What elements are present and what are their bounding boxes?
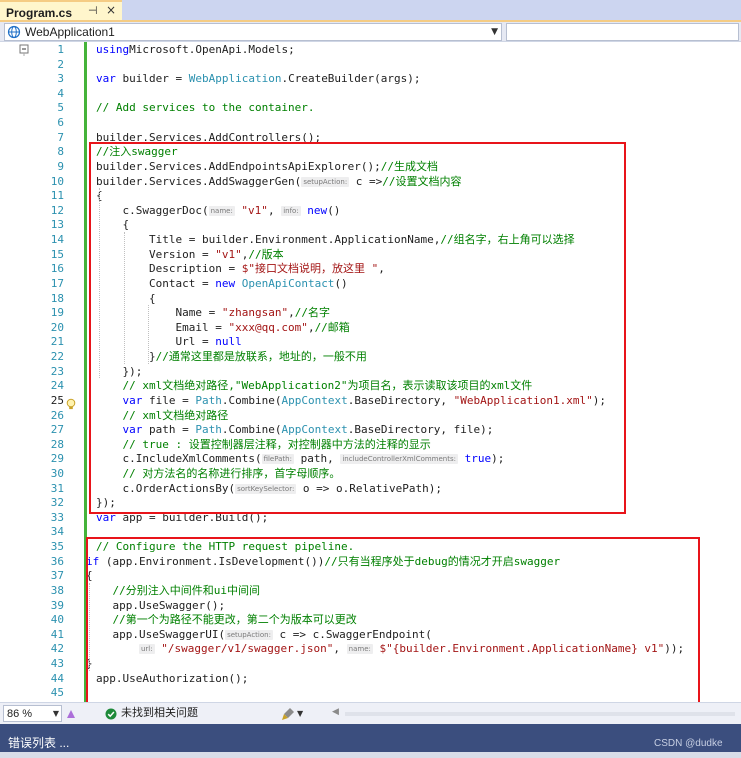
check-circle-icon	[105, 708, 117, 720]
line-number: 44	[50, 671, 64, 685]
line-number: 21	[50, 335, 64, 349]
line-number: 2	[57, 57, 64, 71]
line-number: 18	[50, 291, 64, 305]
line-number: 28	[50, 437, 64, 451]
line-number: 9	[57, 159, 64, 173]
line-number: 26	[50, 408, 64, 422]
member-dropdown[interactable]	[506, 23, 739, 41]
code-line[interactable]: var builder = WebApplication.CreateBuild…	[96, 71, 421, 86]
chevron-down-icon[interactable]: ▼	[297, 706, 303, 721]
line-number: 43	[50, 657, 64, 671]
line-number: 34	[50, 525, 64, 539]
line-number: 22	[50, 350, 64, 364]
line-number: 40	[50, 613, 64, 627]
line-number: 13	[50, 218, 64, 232]
tab-title: Program.cs	[6, 6, 73, 20]
chevron-down-icon[interactable]: ▼	[491, 24, 498, 40]
globe-project-icon	[7, 25, 21, 39]
zoom-dropdown[interactable]: 86 % ▼	[3, 705, 62, 722]
navigation-bar: WebApplication1 ▼	[0, 22, 741, 42]
line-number: 36	[50, 554, 64, 568]
code-line[interactable]: // Add services to the container.	[96, 100, 315, 115]
line-number: 32	[50, 496, 64, 510]
line-number: 3	[57, 72, 64, 86]
code-cleanup-icon[interactable]	[64, 707, 78, 721]
code-editor[interactable]: 1 usingMicrosoft.OpenApi.Models; 2 3 var bui…	[0, 42, 741, 717]
line-number: 41	[50, 627, 64, 641]
line-number: 10	[50, 174, 64, 188]
error-list-title[interactable]: 错误列表 ...	[8, 734, 69, 751]
line-number: 4	[57, 86, 64, 100]
project-name: WebApplication1	[25, 25, 115, 39]
line-number: 6	[57, 116, 64, 130]
line-number: 8	[57, 145, 64, 159]
code-line[interactable]: usingMicrosoft.OpenApi.Models;	[96, 42, 295, 57]
line-number: 24	[50, 379, 64, 393]
highlight-box-swagger-middleware	[86, 537, 700, 717]
scroll-left-icon[interactable]: ◀	[332, 707, 339, 717]
line-number: 19	[50, 306, 64, 320]
line-number: 45	[50, 686, 64, 700]
line-number: 17	[50, 276, 64, 290]
line-number: 25	[50, 393, 64, 407]
line-number: 16	[50, 262, 64, 276]
lightbulb-icon[interactable]	[64, 397, 78, 411]
line-number: 5	[57, 101, 64, 115]
chevron-down-icon[interactable]: ▼	[53, 706, 59, 721]
line-number: 12	[50, 203, 64, 217]
editor-status-bar: 86 % ▼ 未找到相关问题 ▼ ◀	[0, 702, 741, 724]
line-number: 42	[50, 642, 64, 656]
line-number: 27	[50, 423, 64, 437]
line-number: 37	[50, 569, 64, 583]
line-number: 31	[50, 481, 64, 495]
collapse-outline-icon[interactable]	[18, 42, 32, 56]
code-token: .CreateBuilder(args);	[281, 72, 421, 86]
pin-icon[interactable]: ⊣	[88, 4, 98, 17]
tab-program-cs[interactable]: Program.cs ⊣ ×	[0, 0, 122, 20]
document-tab-bar: Program.cs ⊣ ×	[0, 0, 741, 20]
line-number: 29	[50, 452, 64, 466]
highlight-box-swagger-config	[89, 142, 626, 514]
line-number: 33	[50, 510, 64, 524]
issues-status-text[interactable]: 未找到相关问题	[121, 706, 198, 721]
code-comment: // Add services to the container.	[96, 101, 315, 115]
keyword: using	[96, 43, 130, 56]
close-tab-icon[interactable]: ×	[106, 3, 116, 17]
line-number: 14	[50, 233, 64, 247]
line-number: 11	[50, 189, 64, 203]
line-number: 23	[50, 364, 64, 378]
line-number: 39	[50, 598, 64, 612]
line-number: 15	[50, 247, 64, 261]
bottom-panel-toolbar	[0, 752, 741, 758]
code-token: builder =	[115, 72, 189, 86]
keyword: var	[96, 72, 116, 86]
code-token: Microsoft.OpenApi.Models;	[129, 43, 295, 56]
line-number: 35	[50, 540, 64, 554]
project-dropdown[interactable]: WebApplication1 ▼	[4, 23, 502, 41]
type-name: WebApplication	[188, 72, 282, 86]
zoom-value: 86 %	[7, 708, 33, 720]
brush-icon[interactable]	[281, 707, 295, 721]
line-number: 38	[50, 583, 64, 597]
line-number: 30	[50, 466, 64, 480]
horizontal-scrollbar[interactable]	[345, 712, 735, 716]
line-number: 20	[50, 320, 64, 334]
watermark-text: CSDN @dudke	[654, 738, 723, 749]
line-number: 1	[57, 43, 64, 56]
line-number: 7	[57, 130, 64, 144]
